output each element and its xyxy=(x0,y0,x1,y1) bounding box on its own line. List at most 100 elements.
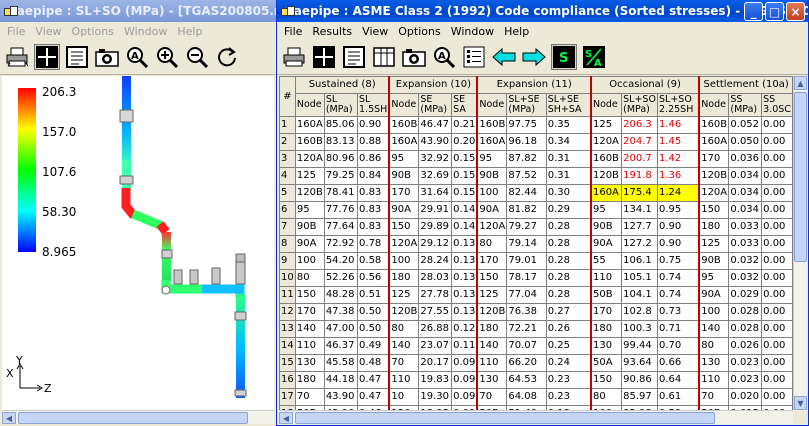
table-cell[interactable]: 1.46 xyxy=(657,116,700,134)
stress-contour-plot[interactable]: 206.3 157.0 107.6 58.30 8.965 Y X Z xyxy=(2,76,274,410)
table-cell[interactable]: 0.83 xyxy=(357,184,390,202)
table-cell[interactable]: 130 xyxy=(698,354,730,372)
row-number[interactable]: 3 xyxy=(279,150,296,168)
table-cell[interactable]: 87.52 xyxy=(506,167,547,185)
table-cell[interactable]: 27.78 xyxy=(418,286,453,304)
list-detail-icon[interactable] xyxy=(461,44,487,70)
table-cell[interactable]: 0.12 xyxy=(451,320,478,338)
table-cell[interactable]: 0.28 xyxy=(545,252,592,270)
table-row[interactable]: 10 80 52.26 0.56 180 28.03 0.13 150 78.17 0.28 110… xyxy=(279,269,793,287)
table-cell[interactable]: 1.36 xyxy=(657,167,700,185)
table-cell[interactable]: 0.033 xyxy=(728,235,763,253)
table-cell[interactable]: 23.07 xyxy=(418,337,453,355)
table-cell[interactable]: 79.25 xyxy=(323,167,359,185)
s-over-a-icon[interactable]: SA xyxy=(581,44,607,70)
table-cell[interactable]: 48.28 xyxy=(323,286,359,304)
table-row[interactable]: 9 100 54.20 0.58 100 28.24 0.13 170 79.01 0.28 55 1… xyxy=(279,252,793,270)
table-cell[interactable]: 90B xyxy=(589,218,623,236)
column-header[interactable]: SE (MPa) xyxy=(418,93,453,117)
table-cell[interactable]: 80.96 xyxy=(323,150,359,168)
table-cell[interactable]: 0.48 xyxy=(357,354,390,372)
table-cell[interactable]: 80 xyxy=(698,337,730,355)
table-cell[interactable]: 47.00 xyxy=(323,320,359,338)
table-cell[interactable]: 29.91 xyxy=(418,201,453,219)
table-cell[interactable]: 0.49 xyxy=(357,337,390,355)
table-cell[interactable]: 110 xyxy=(589,269,623,287)
table-cell[interactable]: 0.14 xyxy=(451,201,478,219)
table-cell[interactable]: 0.28 xyxy=(545,269,592,287)
table-cell[interactable]: 43.90 xyxy=(418,133,453,151)
table-cell[interactable]: 82.44 xyxy=(506,184,547,202)
table-cell[interactable]: 0.023 xyxy=(728,371,763,389)
column-header[interactable]: SE SA xyxy=(451,93,478,117)
table-cell[interactable]: 160B xyxy=(698,116,730,134)
table-cell[interactable]: 0.11 xyxy=(451,337,478,355)
table-cell[interactable]: 85.97 xyxy=(621,388,659,406)
table-cell[interactable]: 1.42 xyxy=(657,150,700,168)
table-cell[interactable]: 160B xyxy=(476,116,508,134)
table-cell[interactable]: 125 xyxy=(388,286,420,304)
table-cell[interactable]: 46.47 xyxy=(418,116,453,134)
table-cell[interactable]: 0.88 xyxy=(357,133,390,151)
table-cell[interactable]: 76.38 xyxy=(506,303,547,321)
table-cell[interactable]: 0.14 xyxy=(451,218,478,236)
table-cell[interactable]: 120A xyxy=(294,150,325,168)
row-number[interactable]: 4 xyxy=(279,167,296,185)
table-cell[interactable]: 110 xyxy=(294,337,325,355)
table-cell[interactable]: 95 xyxy=(589,201,623,219)
table-cell[interactable]: 0.028 xyxy=(728,320,763,338)
table-row[interactable]: 14 110 46.37 0.49 140 23.07 0.11 140 70.07 0.25 13… xyxy=(279,337,793,355)
table-cell[interactable]: 90A xyxy=(589,235,623,253)
table-cell[interactable]: 0.58 xyxy=(357,252,390,270)
row-number[interactable]: 8 xyxy=(279,235,296,253)
row-number[interactable]: 11 xyxy=(279,286,296,304)
table-cell[interactable]: 0.47 xyxy=(357,388,390,406)
table-cell[interactable]: 90.86 xyxy=(621,371,659,389)
table-cell[interactable]: 0.50 xyxy=(357,303,390,321)
zoom-in-icon[interactable] xyxy=(154,44,180,70)
table-row[interactable]: 6 95 77.76 0.83 90A 29.91 0.14 90A 81.82 0.29 95 13… xyxy=(279,201,793,219)
table-cell[interactable]: 0.00 xyxy=(761,252,793,270)
table-cell[interactable]: 191.8 xyxy=(621,167,659,185)
table-cell[interactable]: 130 xyxy=(294,354,325,372)
arrow-right-icon[interactable] xyxy=(521,44,547,70)
table-cell[interactable]: 1.24 xyxy=(657,184,700,202)
table-cell[interactable]: 100 xyxy=(698,303,730,321)
table-cell[interactable]: 127.2 xyxy=(621,235,659,253)
table-row[interactable]: 16 180 44.18 0.47 110 19.83 0.09 130 64.53 0.23 15… xyxy=(279,371,793,389)
row-number[interactable]: 7 xyxy=(279,218,296,236)
menu-help[interactable]: Help xyxy=(172,25,207,38)
table-cell[interactable]: 106.1 xyxy=(621,252,659,270)
table-cell[interactable]: 0.13 xyxy=(451,303,478,321)
table-cell[interactable]: 120A xyxy=(476,218,508,236)
table-cell[interactable]: 0.050 xyxy=(728,133,763,151)
table-cell[interactable]: 160A xyxy=(476,133,508,151)
table-row[interactable]: 7 90B 77.64 0.83 150 29.89 0.14 120A 79.27 0.28 90… xyxy=(279,218,793,236)
table-cell[interactable]: 120B xyxy=(589,167,623,185)
table-cell[interactable]: 0.20 xyxy=(451,133,478,151)
table-cell[interactable]: 31.64 xyxy=(418,184,453,202)
table-cell[interactable]: 44.18 xyxy=(323,371,359,389)
table-cell[interactable]: 90B xyxy=(698,252,730,270)
table-cell[interactable]: 70.07 xyxy=(506,337,547,355)
camera-icon[interactable] xyxy=(401,44,427,70)
right-horizontal-scrollbar[interactable]: ◀ xyxy=(279,410,793,424)
table-cell[interactable]: 0.74 xyxy=(657,269,700,287)
table-row[interactable]: 12 170 47.38 0.50 120B 27.55 0.13 120B 76.38 0.27… xyxy=(279,303,793,321)
table-cell[interactable]: 0.28 xyxy=(545,286,592,304)
table-cell[interactable]: 0.033 xyxy=(728,218,763,236)
table-cell[interactable]: 0.28 xyxy=(545,218,592,236)
table-cell[interactable]: 0.61 xyxy=(657,388,700,406)
table-cell[interactable]: 125 xyxy=(294,167,325,185)
table-cell[interactable]: 50B xyxy=(589,286,623,304)
table-cell[interactable]: 170 xyxy=(388,184,420,202)
table-cell[interactable]: 0.00 xyxy=(761,303,793,321)
table-cell[interactable]: 0.83 xyxy=(357,218,390,236)
table-cell[interactable]: 52.26 xyxy=(323,269,359,287)
table-cell[interactable]: 125 xyxy=(476,286,508,304)
table-cell[interactable]: 93.64 xyxy=(621,354,659,372)
scroll-left-icon[interactable]: ◀ xyxy=(2,412,16,424)
table-cell[interactable]: 180 xyxy=(589,320,623,338)
table-cell[interactable]: 100 xyxy=(388,252,420,270)
table-cell[interactable]: 170 xyxy=(294,303,325,321)
